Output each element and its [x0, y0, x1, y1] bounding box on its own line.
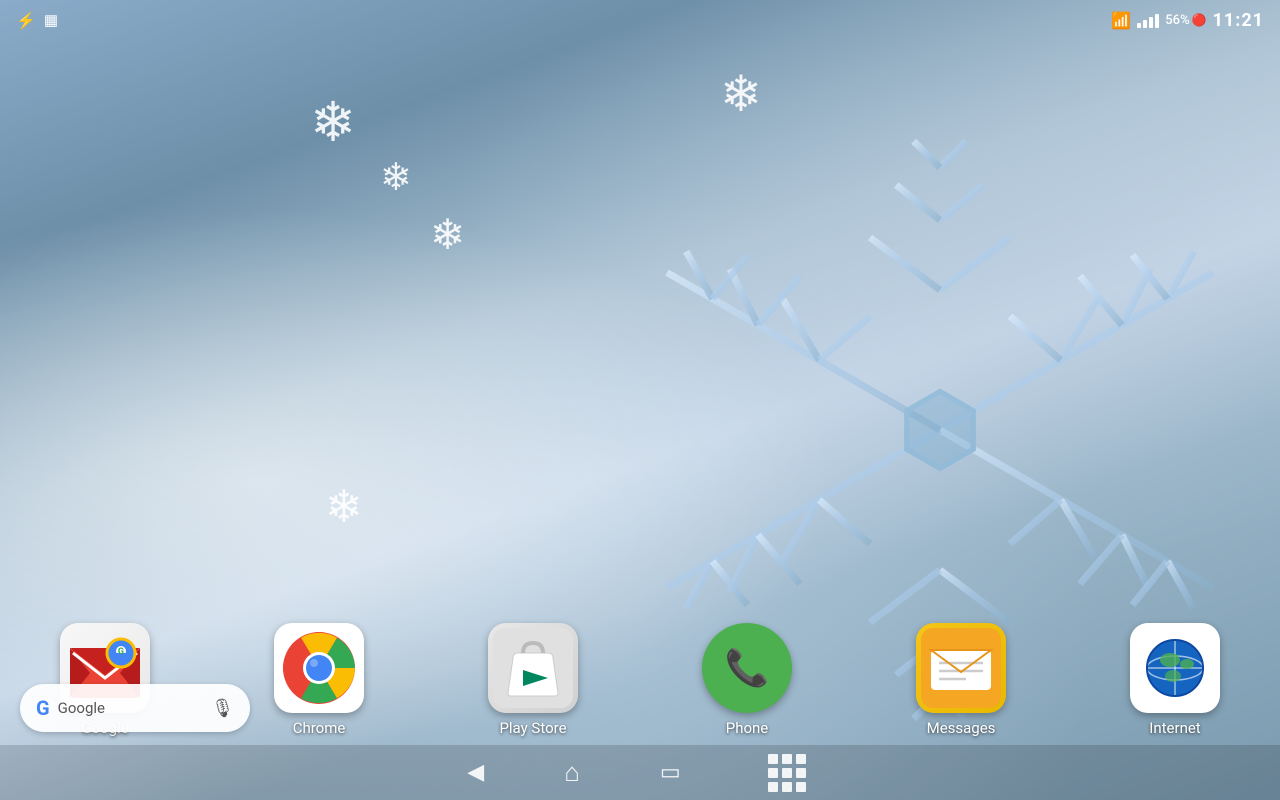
time-display: 11:21 [1213, 10, 1264, 31]
recents-button[interactable]: ▭ [660, 760, 681, 785]
status-left: ⚡ ▦ [16, 11, 58, 30]
playstore-icon [488, 623, 578, 713]
back-button[interactable]: ◀ [467, 760, 484, 785]
chrome-icon [274, 623, 364, 713]
search-text: Google [58, 699, 204, 717]
phone-icon: 📞 [702, 623, 792, 713]
google-logo-g: G [36, 696, 50, 720]
svg-text:📞: 📞 [725, 645, 770, 689]
mic-icon[interactable]: 🎙 [211, 698, 234, 719]
app-playstore[interactable]: Play Store [488, 623, 578, 737]
battery-percentage: 56% [1165, 13, 1189, 28]
wifi-icon: 📶 [1111, 11, 1131, 30]
playstore-app-label: Play Store [499, 719, 566, 737]
chrome-app-label: Chrome [293, 719, 346, 737]
battery-indicator: 56% 🔴 [1165, 13, 1206, 28]
app-drawer-button[interactable] [761, 749, 813, 797]
snowflake-deco-5: ❄ [325, 480, 363, 533]
signal-bars [1137, 12, 1159, 28]
snowflake-deco-1: ❄ [310, 90, 356, 155]
messages-app-label: Messages [927, 719, 996, 737]
nav-bar: ◀ ⌂ ▭ [0, 745, 1280, 800]
google-search-bar[interactable]: G Google 🎙 [20, 684, 250, 732]
internet-icon [1130, 623, 1220, 713]
status-right: 📶 56% 🔴 11:21 [1111, 10, 1264, 31]
app-internet[interactable]: Internet [1130, 623, 1220, 737]
app-messages[interactable]: Messages [916, 623, 1006, 737]
status-bar: ⚡ ▦ 📶 56% 🔴 11:21 [0, 0, 1280, 40]
app-phone[interactable]: 📞 Phone [702, 623, 792, 737]
drawer-grid [768, 754, 806, 792]
svg-text:G: G [118, 647, 124, 657]
battery-low-icon: 🔴 [1192, 13, 1207, 27]
internet-app-label: Internet [1149, 719, 1200, 737]
notification-icon: ▦ [44, 11, 58, 29]
messages-icon [916, 623, 1006, 713]
app-chrome[interactable]: Chrome [274, 623, 364, 737]
snowflake-deco-3: ❄ [430, 210, 465, 260]
home-button[interactable]: ⌂ [564, 757, 580, 788]
phone-app-label: Phone [726, 719, 769, 737]
usb-icon: ⚡ [16, 11, 36, 30]
snowflake-deco-2: ❄ [380, 155, 412, 200]
